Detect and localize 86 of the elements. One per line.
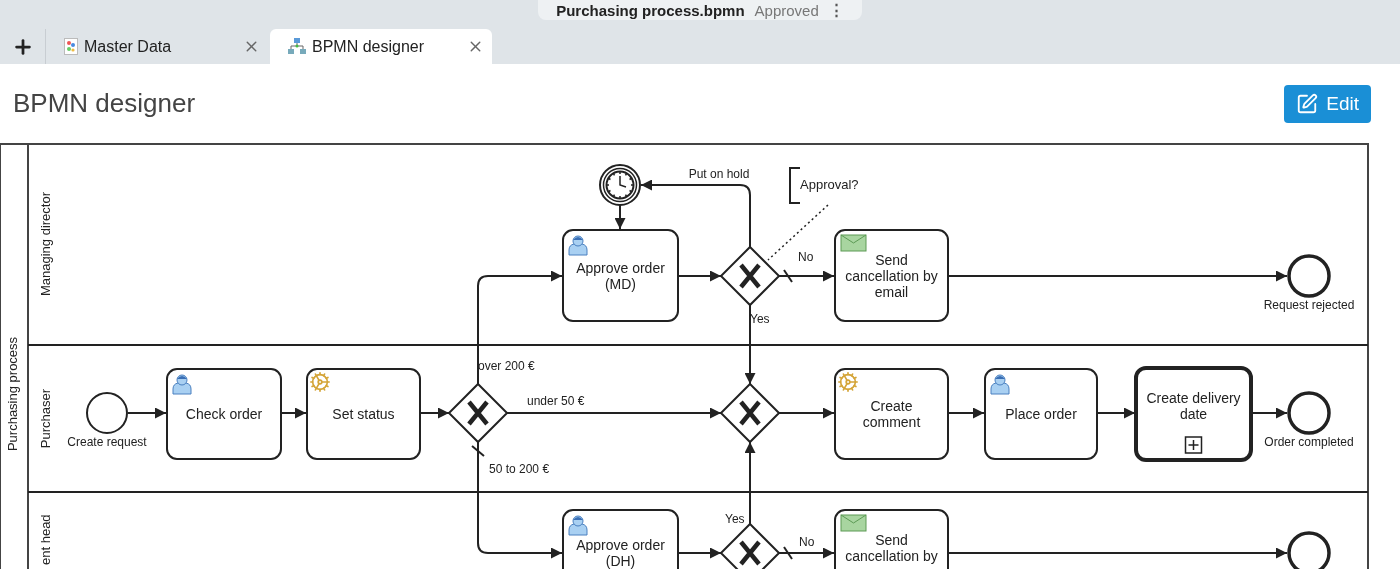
association-line — [767, 204, 829, 261]
sequence-flow[interactable] — [127, 407, 167, 419]
task-node[interactable]: Approve order (DH) — [562, 509, 679, 569]
edit-icon — [1296, 92, 1319, 115]
user-icon — [172, 374, 192, 395]
data-file-icon — [64, 38, 78, 55]
sequence-flow[interactable] — [477, 441, 563, 559]
end-event[interactable] — [1287, 391, 1331, 435]
task-label: Approve order (DH) — [576, 536, 665, 569]
task-label: Place order — [1005, 406, 1077, 422]
end-event[interactable] — [1287, 254, 1331, 298]
annotation-text: Approval? — [800, 177, 859, 192]
start-event[interactable] — [86, 392, 128, 434]
task-label: Send cancellation by email — [845, 251, 938, 300]
document-status: Approved — [754, 1, 819, 19]
exclusive-gateway[interactable] — [719, 382, 781, 444]
lane-label: Managing director — [38, 191, 53, 297]
default-flow-mark — [471, 445, 485, 457]
sequence-flow[interactable] — [947, 270, 1288, 282]
sequence-flow[interactable] — [778, 407, 835, 419]
gear-icon — [838, 372, 858, 392]
user-icon — [568, 235, 588, 256]
flow-label: No — [799, 535, 815, 549]
tab[interactable]: Master Data — [46, 29, 268, 64]
event-label: Order completed — [1264, 435, 1354, 449]
sequence-flow[interactable] — [677, 270, 722, 282]
task-label: Set status — [332, 406, 395, 422]
sequence-flow[interactable] — [744, 441, 756, 525]
lane-label: Purchaser — [38, 388, 53, 449]
task-node[interactable]: Check order — [166, 368, 282, 460]
sequence-flow[interactable] — [280, 407, 307, 419]
user-icon — [568, 515, 588, 536]
flow-label: Yes — [725, 512, 745, 526]
default-flow-mark — [783, 269, 793, 283]
exclusive-gateway[interactable] — [719, 522, 781, 569]
task-label: Create delivery date — [1146, 390, 1241, 422]
event-label: Request rejected — [1263, 298, 1355, 312]
timer-event[interactable] — [599, 164, 641, 206]
flow-label: Yes — [750, 312, 770, 326]
sequence-flow[interactable] — [947, 407, 985, 419]
task-node[interactable]: Set status — [306, 368, 421, 460]
flow-label: under 50 € — [527, 394, 585, 408]
document-name: Purchasing process.bpmn — [556, 1, 745, 19]
sequence-flow[interactable] — [677, 547, 722, 559]
annotation-bracket — [789, 167, 801, 204]
more-menu[interactable]: ⋮ — [828, 1, 844, 19]
task-node[interactable]: Approve order (MD) — [562, 229, 679, 322]
task-label: Approve order (MD) — [576, 259, 665, 292]
gear-icon — [310, 372, 330, 392]
task-label: Check order — [185, 406, 263, 422]
default-flow-mark — [783, 546, 793, 560]
task-label: Create comment — [862, 398, 921, 430]
task-node[interactable]: Place order — [984, 368, 1098, 460]
sequence-flow[interactable] — [947, 547, 1288, 559]
sequence-flow[interactable] — [1250, 407, 1288, 419]
edit-button[interactable]: Edit — [1284, 84, 1371, 123]
envelope-icon — [840, 514, 867, 532]
event-label: Create request — [67, 435, 147, 449]
flowchart-icon — [288, 38, 306, 55]
task-label: Send cancellation by — [845, 531, 938, 564]
lane-label: ent head — [38, 514, 53, 565]
sequence-flow[interactable] — [778, 270, 835, 282]
pool-label: Purchasing process — [5, 336, 20, 452]
exclusive-gateway[interactable] — [719, 245, 781, 307]
sequence-flow[interactable] — [614, 204, 626, 230]
expand-marker-icon — [1184, 436, 1203, 454]
subprocess-node[interactable]: Create delivery date — [1134, 366, 1253, 462]
sequence-flow[interactable] — [506, 407, 722, 419]
task-node[interactable]: Send cancellation by — [834, 509, 949, 569]
flow-label: No — [798, 250, 814, 264]
task-node[interactable]: Create comment — [834, 368, 949, 460]
sequence-flow[interactable] — [640, 179, 751, 248]
task-node[interactable]: Send cancellation by email — [834, 229, 949, 322]
flow-label: 50 to 200 € — [489, 462, 550, 476]
sequence-flow[interactable] — [778, 547, 835, 559]
sequence-flow[interactable] — [477, 270, 563, 385]
tab[interactable]: BPMN designer — [270, 29, 492, 64]
sequence-flow[interactable] — [419, 407, 450, 419]
flow-label: over 200 € — [478, 359, 535, 373]
page-title: BPMN designer — [13, 88, 196, 119]
sequence-flow[interactable] — [1096, 407, 1136, 419]
envelope-icon — [840, 234, 867, 252]
flow-label: Put on hold — [688, 167, 750, 181]
user-icon — [990, 374, 1010, 395]
end-event[interactable] — [1287, 531, 1331, 569]
exclusive-gateway[interactable] — [447, 382, 509, 444]
